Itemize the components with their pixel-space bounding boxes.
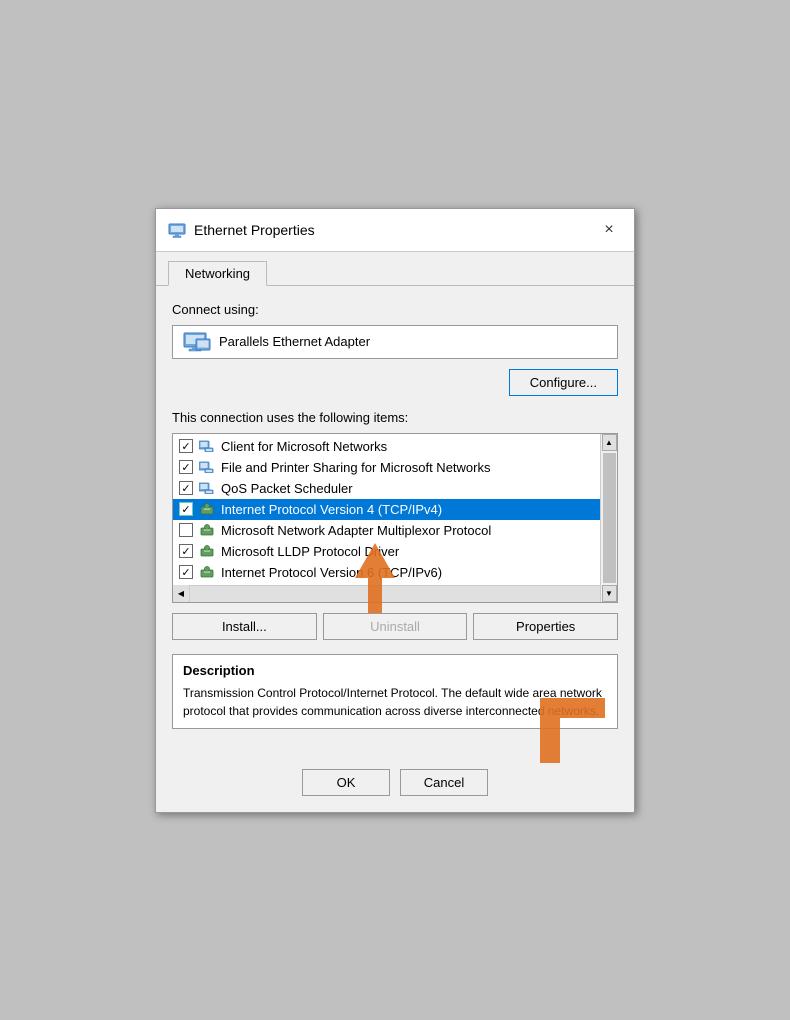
uninstall-button[interactable]: Uninstall — [323, 613, 468, 640]
green-network-icon — [199, 566, 215, 578]
title-bar-left: Ethernet Properties — [168, 221, 315, 239]
items-list-container: Client for Microsoft Networks Fil — [172, 433, 618, 603]
list-item[interactable]: Client for Microsoft Networks — [173, 436, 600, 457]
install-button[interactable]: Install... — [172, 613, 317, 640]
ethernet-title-icon — [168, 221, 186, 239]
scroll-left-button[interactable]: ◀ — [173, 585, 190, 602]
tab-bar: Networking — [156, 252, 634, 286]
vertical-scrollbar[interactable]: ▲ ▼ — [600, 434, 617, 602]
checkbox-ipv6[interactable] — [179, 565, 193, 579]
connect-using-label: Connect using: — [172, 302, 618, 317]
networking-tab[interactable]: Networking — [168, 261, 267, 286]
ethernet-properties-dialog: Ethernet Properties × Networking Connect… — [155, 208, 635, 813]
item-label-qos: QoS Packet Scheduler — [221, 481, 594, 496]
close-button[interactable]: × — [596, 217, 622, 243]
list-item[interactable]: QoS Packet Scheduler — [173, 478, 600, 499]
network-item-icon — [199, 440, 215, 452]
item-label-lldp: Microsoft LLDP Protocol Driver — [221, 544, 594, 559]
item-label-client: Client for Microsoft Networks — [221, 439, 594, 454]
title-bar: Ethernet Properties × — [156, 209, 634, 252]
item-label-fileprint: File and Printer Sharing for Microsoft N… — [221, 460, 594, 475]
dialog-content: Connect using: Parallels Ethernet Adapte… — [156, 286, 634, 761]
adapter-box: Parallels Ethernet Adapter — [172, 325, 618, 359]
list-item[interactable]: Microsoft LLDP Protocol Driver — [173, 541, 600, 562]
list-item[interactable]: Microsoft Network Adapter Multiplexor Pr… — [173, 520, 600, 541]
cancel-button[interactable]: Cancel — [400, 769, 488, 796]
scroll-track — [190, 586, 600, 602]
list-item[interactable]: File and Printer Sharing for Microsoft N… — [173, 457, 600, 478]
checkbox-fileprint[interactable] — [179, 460, 193, 474]
green-network-icon — [199, 503, 215, 515]
checkbox-lldp[interactable] — [179, 544, 193, 558]
green-network-icon — [199, 524, 215, 536]
action-buttons-row: Install... Uninstall Properties — [172, 613, 618, 640]
description-title: Description — [183, 663, 607, 678]
item-label-multiplexor: Microsoft Network Adapter Multiplexor Pr… — [221, 523, 594, 538]
item-label-ipv6: Internet Protocol Version 6 (TCP/IPv6) — [221, 565, 594, 580]
configure-button[interactable]: Configure... — [509, 369, 618, 396]
description-text: Transmission Control Protocol/Internet P… — [183, 684, 607, 720]
ok-button[interactable]: OK — [302, 769, 390, 796]
green-network-icon — [199, 545, 215, 557]
dialog-wrapper: Ethernet Properties × Networking Connect… — [155, 208, 635, 813]
list-inner: Client for Microsoft Networks Fil — [173, 434, 600, 585]
items-label: This connection uses the following items… — [172, 410, 618, 425]
checkbox-multiplexor[interactable] — [179, 523, 193, 537]
checkbox-client[interactable] — [179, 439, 193, 453]
list-item-selected[interactable]: ✓ Internet Protocol Version 4 (TCP/IPv4) — [173, 499, 600, 520]
adapter-name: Parallels Ethernet Adapter — [219, 334, 370, 349]
configure-row: Configure... — [172, 369, 618, 396]
item-label-ipv4: Internet Protocol Version 4 (TCP/IPv4) — [221, 502, 594, 517]
dialog-title: Ethernet Properties — [194, 222, 315, 238]
scroll-up-button[interactable]: ▲ — [602, 434, 617, 451]
items-list: Client for Microsoft Networks Fil — [173, 434, 600, 585]
list-item[interactable]: Internet Protocol Version 6 (TCP/IPv6) — [173, 562, 600, 583]
description-group: Description Transmission Control Protoco… — [172, 654, 618, 729]
scroll-down-button[interactable]: ▼ — [602, 585, 617, 602]
checkbox-qos[interactable] — [179, 481, 193, 495]
network-item-icon — [199, 482, 215, 494]
checkbox-ipv4[interactable]: ✓ — [179, 502, 193, 516]
horizontal-scrollbar[interactable]: ◀ ▶ — [173, 585, 617, 602]
network-item-icon — [199, 461, 215, 473]
properties-button[interactable]: Properties — [473, 613, 618, 640]
bottom-buttons: OK Cancel — [156, 761, 634, 812]
adapter-icon — [183, 332, 211, 352]
